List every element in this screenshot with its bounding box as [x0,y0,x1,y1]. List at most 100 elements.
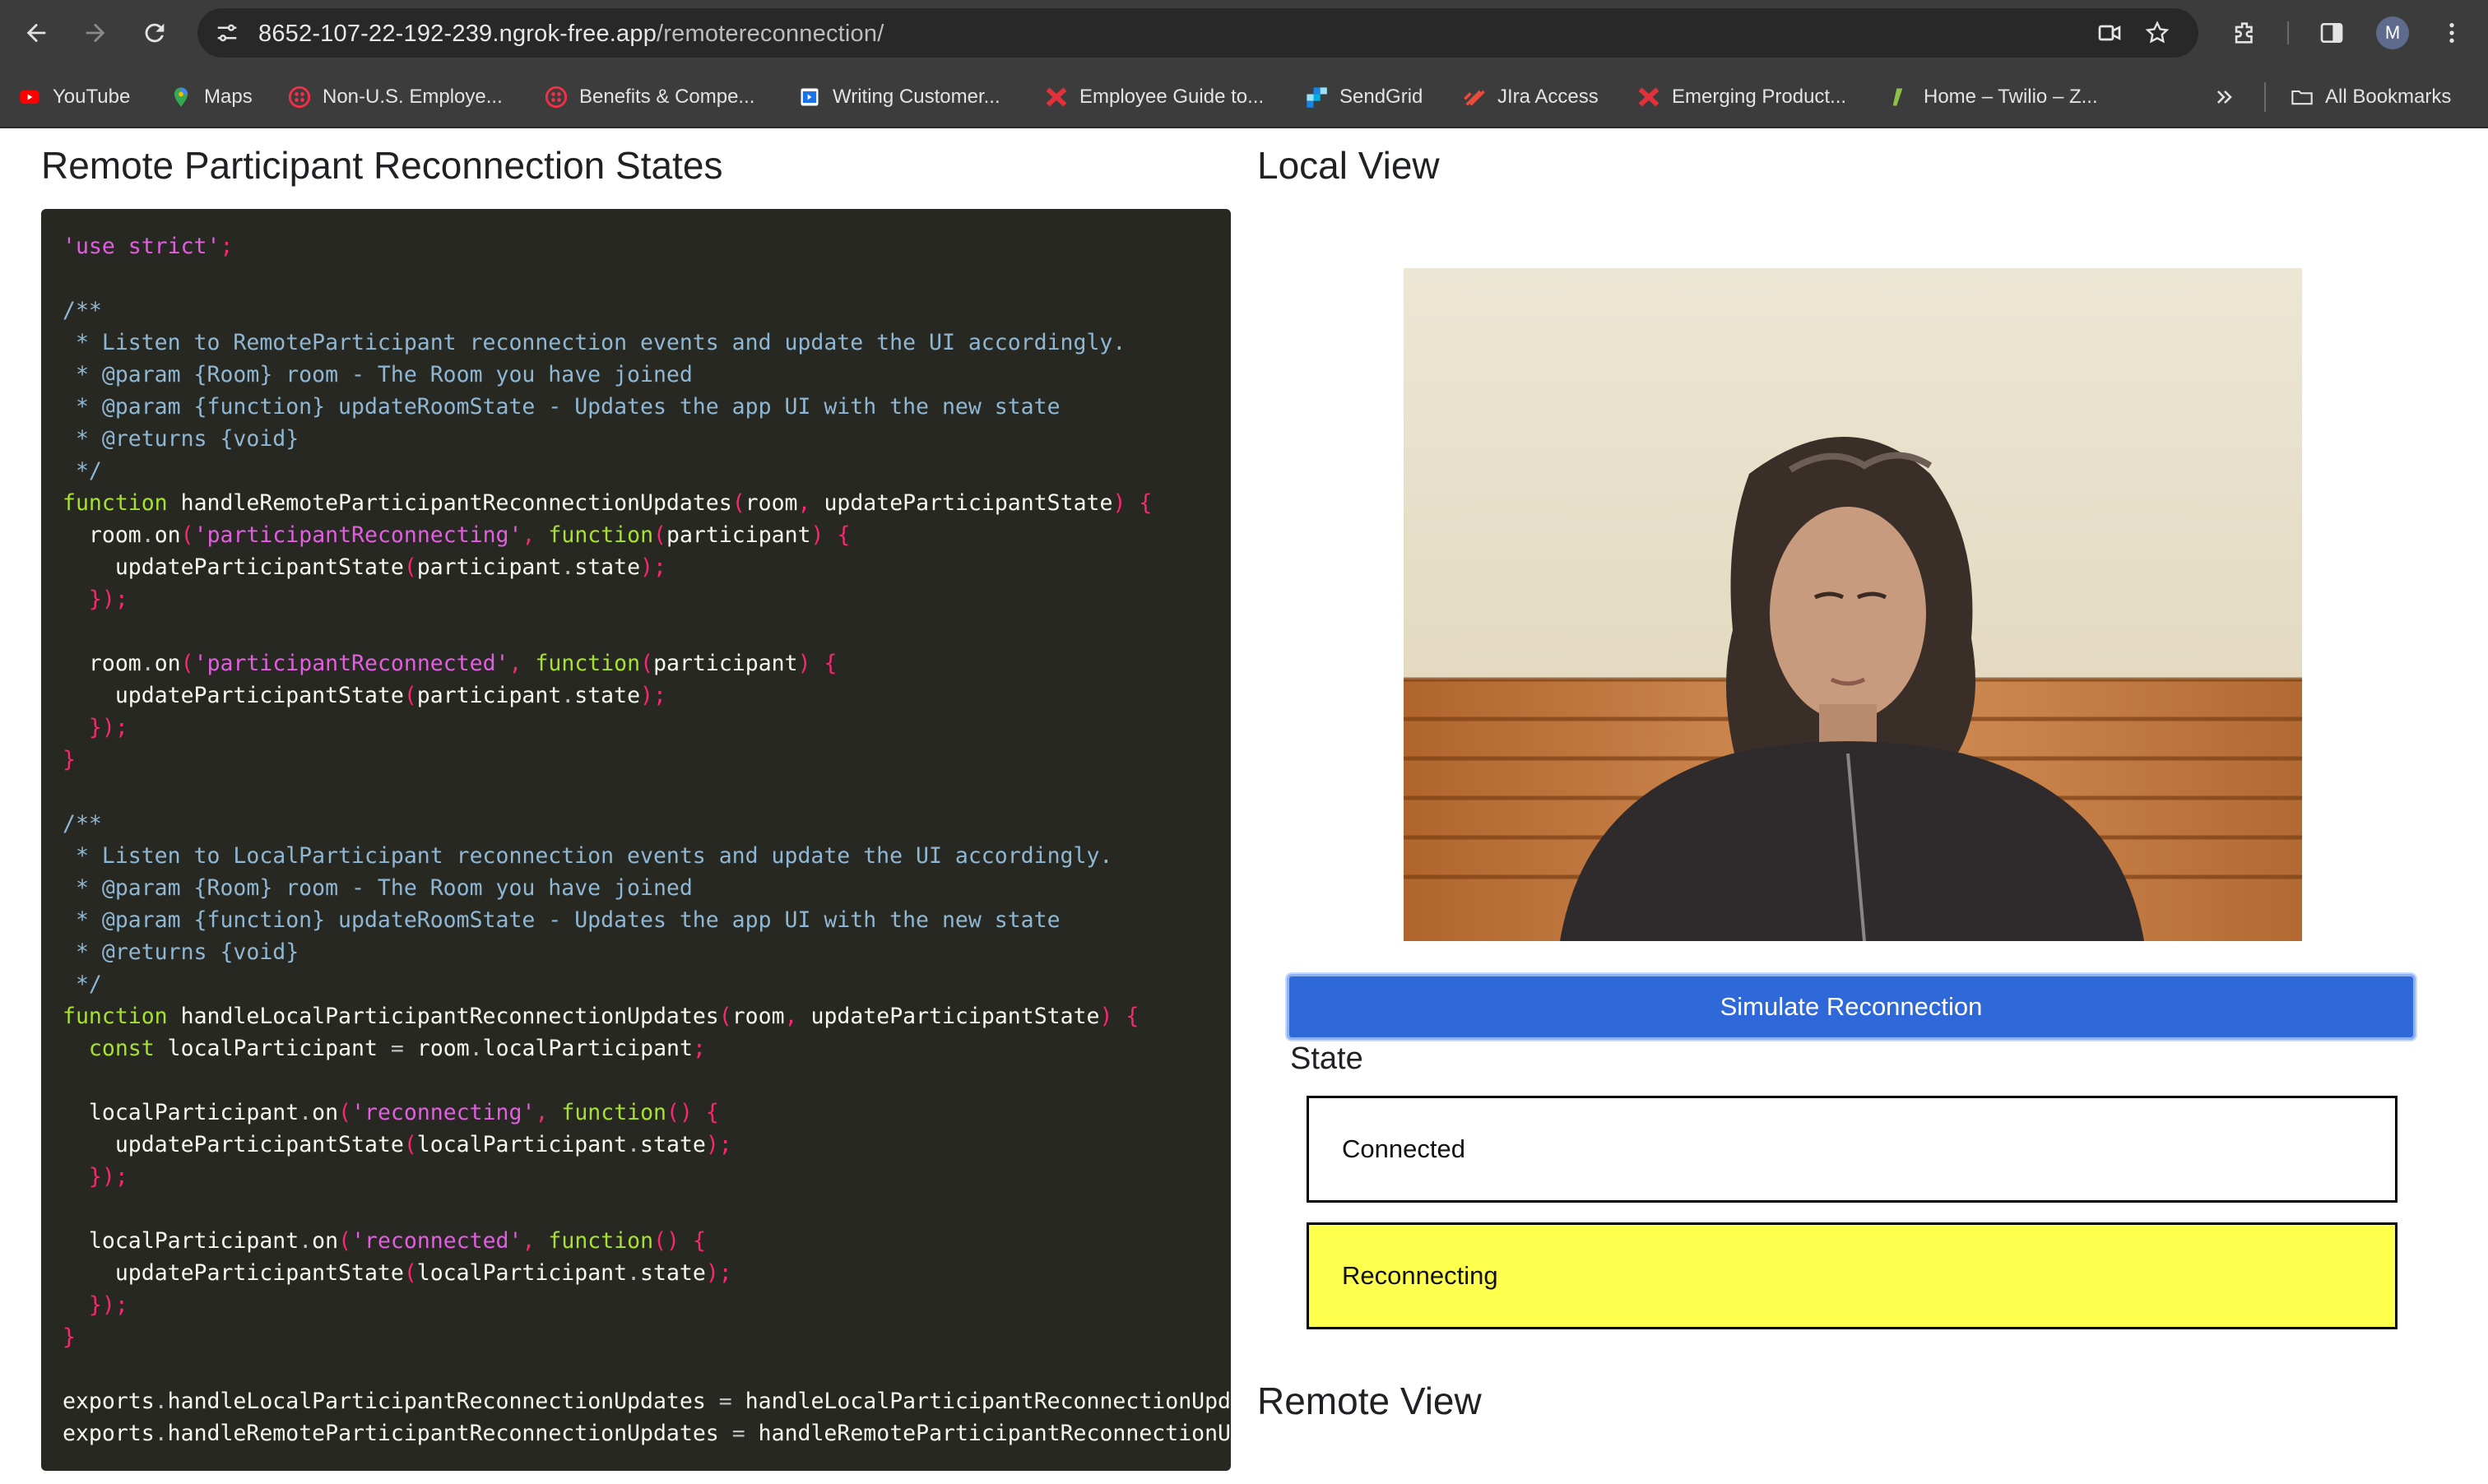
state-connected-box: Connected [1307,1096,2397,1203]
bookmark-label: JIra Access [1497,86,1599,108]
bookmark-emerging-product[interactable]: Emerging Product... [1637,82,1846,112]
code-line: * @returns {void} [63,939,299,965]
code-line: updateParticipantState(localParticipant.… [114,1260,732,1286]
bookmark-employee-guide[interactable]: Employee Guide to... [1045,82,1264,112]
bookmark-label: Non-U.S. Employe... [323,86,503,108]
bookmark-writing-customer[interactable]: Writing Customer... [798,82,1000,112]
profile-avatar[interactable]: M [2376,16,2409,49]
browser-toolbar: 8652-107-22-192-239.ngrok-free.app/remot… [0,0,2488,66]
side-panel-icon[interactable] [2314,15,2350,51]
bookmark-label: Writing Customer... [833,86,1000,108]
page-content: Remote Participant Reconnection States '… [0,130,2488,1484]
bookmark-label: Maps [204,86,253,108]
bookmark-label: Home – Twilio – Z... [1924,86,2098,108]
code-line: }); [88,1292,128,1318]
code-line: }); [88,715,128,740]
code-line: * Listen to RemoteParticipant reconnecti… [63,330,1126,355]
code-line: const localParticipant = room.localParti… [88,1036,706,1061]
bookmark-label: Employee Guide to... [1079,86,1265,108]
code-line: room.on('participantReconnecting', funct… [88,522,851,548]
all-bookmarks-label: All Bookmarks [2325,86,2452,108]
reload-button[interactable] [132,10,178,56]
bookmark-label: SendGrid [1339,86,1423,108]
code-line: updateParticipantState(participant.state… [114,554,666,580]
state-connected-label: Connected [1342,1134,1465,1163]
twilio-icon [545,86,568,109]
code-block: 'use strict'; /** * Listen to RemotePart… [41,209,1231,1471]
reload-icon [145,23,165,43]
code-line: * @param {function} updateRoomState - Up… [63,907,1061,933]
sendgrid-x-icon [1637,86,1660,109]
toolbar-divider [2287,21,2289,44]
code-line: }); [88,587,128,612]
state-reconnecting-label: Reconnecting [1342,1261,1498,1290]
code-line: localParticipant.on('reconnecting', func… [88,1100,719,1125]
bookmark-youtube[interactable]: YouTube [18,82,130,112]
url-host: 8652-107-22-192-239.ngrok-free.app [258,21,657,47]
page-title: Remote Participant Reconnection States [41,144,723,187]
code-line: } [63,1324,76,1350]
bookmark-label: Benefits & Compe... [579,86,755,108]
address-bar[interactable]: 8652-107-22-192-239.ngrok-free.app/remot… [197,8,2198,58]
code-line: exports.handleLocalParticipantReconnecti… [63,1389,1231,1414]
code-line: 'use strict'; [63,234,234,259]
zendesk-icon [1889,86,1912,109]
code-line: /** [63,811,102,837]
code-line: updateParticipantState(localParticipant.… [114,1132,732,1157]
code-line: function handleLocalParticipantReconnect… [63,1004,1140,1029]
code-line: */ [63,972,102,997]
bookmark-star-icon[interactable] [2142,18,2172,48]
extensions-icon[interactable] [2226,15,2263,51]
code-line: localParticipant.on('reconnected', funct… [88,1228,706,1254]
code-line: * @param {Room} room - The Room you have… [63,362,693,387]
code-line: } [63,747,76,772]
code-line: /** [63,298,102,323]
more-bookmarks-button[interactable] [2213,82,2248,112]
back-button[interactable] [13,10,59,56]
local-video [1404,268,2302,941]
code-line: * @param {function} updateRoomState - Up… [63,394,1061,420]
bookmark-sendgrid[interactable]: SendGrid [1305,82,1423,112]
code-line: updateParticipantState(participant.state… [114,683,666,708]
sendgrid-icon [1305,86,1328,109]
bookmark-maps[interactable]: Maps [169,82,253,112]
bookmark-label: YouTube [53,86,131,108]
camera-in-use-icon[interactable] [2095,18,2124,48]
profile-initial: M [2384,22,2401,43]
code-line: exports.handleRemoteParticipantReconnect… [63,1421,1231,1446]
url-path: /remotereconnection/ [657,21,884,47]
maps-icon [169,86,193,109]
bookmark-non-us-employee[interactable]: Non-U.S. Employe... [288,82,503,112]
bookmarks-bar: YouTube Maps Non-U.S. Employe... Benefit… [0,66,2488,128]
code-line: */ [63,458,102,484]
url-text: 8652-107-22-192-239.ngrok-free.app/remot… [258,21,884,48]
code-line: * @param {Room} room - The Room you have… [63,875,693,901]
bookmark-jira-access[interactable]: JIra Access [1463,82,1599,112]
bookmark-home-twilio[interactable]: Home – Twilio – Z... [1889,82,2098,112]
document-icon [798,86,821,109]
back-arrow-icon [26,23,46,43]
bookmark-label: Emerging Product... [1672,86,1847,108]
bookmarks-divider [2264,82,2266,112]
site-settings-icon[interactable] [212,18,242,48]
remote-view-heading: Remote View [1257,1380,1482,1422]
more-menu-icon[interactable] [2434,15,2470,51]
sendgrid-x-icon [1045,86,1068,109]
forward-button[interactable] [72,10,118,56]
youtube-icon [18,86,41,109]
twilio-icon [288,86,311,109]
code-line: * @returns {void} [63,426,299,452]
local-view-heading: Local View [1257,144,1440,187]
jira-icon [1463,86,1486,109]
folder-icon [2291,86,2314,109]
code-text: 'use strict'; /** * Listen to RemotePart… [63,230,1231,1449]
all-bookmarks-button[interactable]: All Bookmarks [2291,82,2451,112]
code-line: * Listen to LocalParticipant reconnectio… [63,843,1113,869]
double-chevron-icon [2213,86,2236,109]
simulate-reconnection-button[interactable]: Simulate Reconnection [1287,974,2416,1040]
state-heading: State [1290,1041,1363,1076]
code-line: room.on('participantReconnected', functi… [88,651,838,676]
code-line: }); [88,1164,128,1190]
forward-arrow-icon [86,23,105,43]
bookmark-benefits[interactable]: Benefits & Compe... [545,82,754,112]
